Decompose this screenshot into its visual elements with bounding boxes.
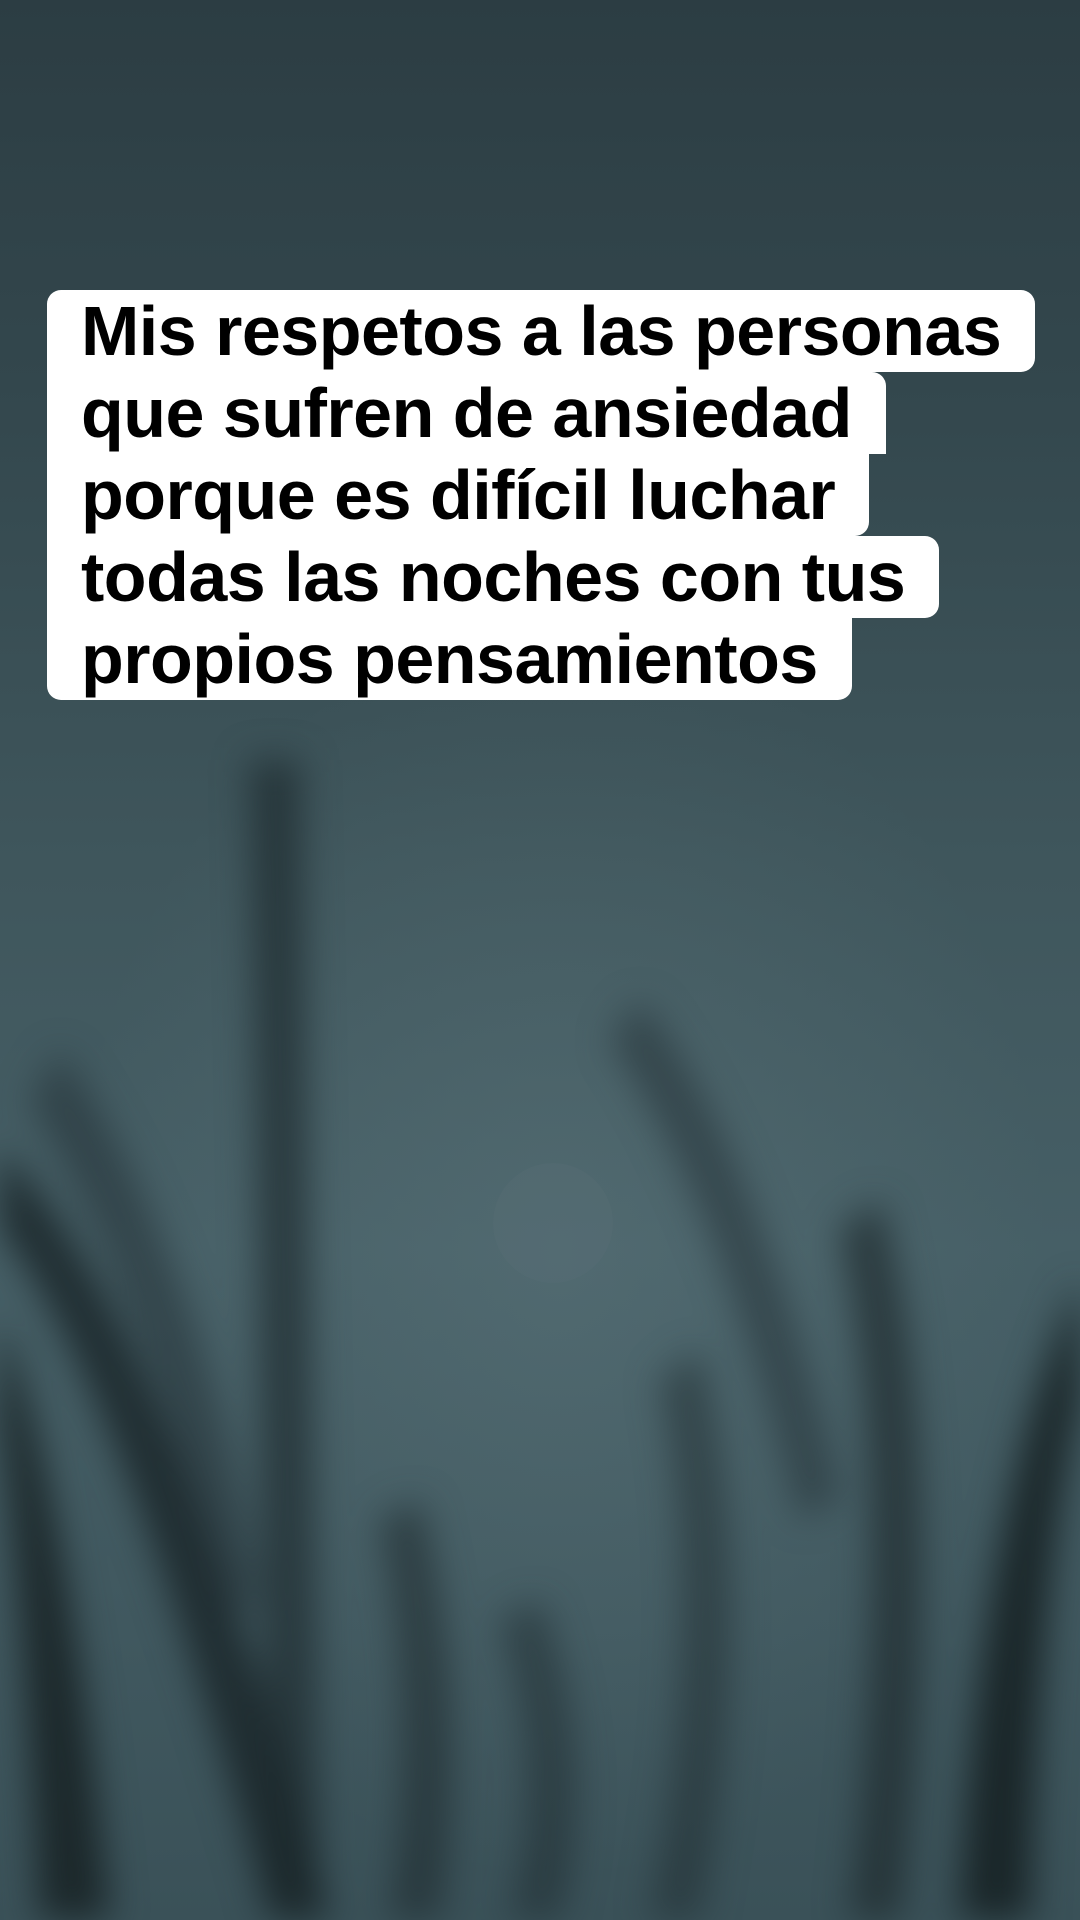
caption-line: propios pensamientos [47, 618, 852, 700]
photo-background: Mis respetos a las personas que sufren d… [0, 0, 1080, 1920]
caption-line: que sufren de ansiedad [47, 372, 886, 454]
caption-text-block: Mis respetos a las personas que sufren d… [47, 290, 1047, 700]
caption-line: todas las noches con tus [47, 536, 940, 618]
caption-line: porque es difícil luchar [47, 454, 870, 536]
crescent-moon-icon [491, 1163, 613, 1293]
caption-line: Mis respetos a las personas [47, 290, 1036, 372]
